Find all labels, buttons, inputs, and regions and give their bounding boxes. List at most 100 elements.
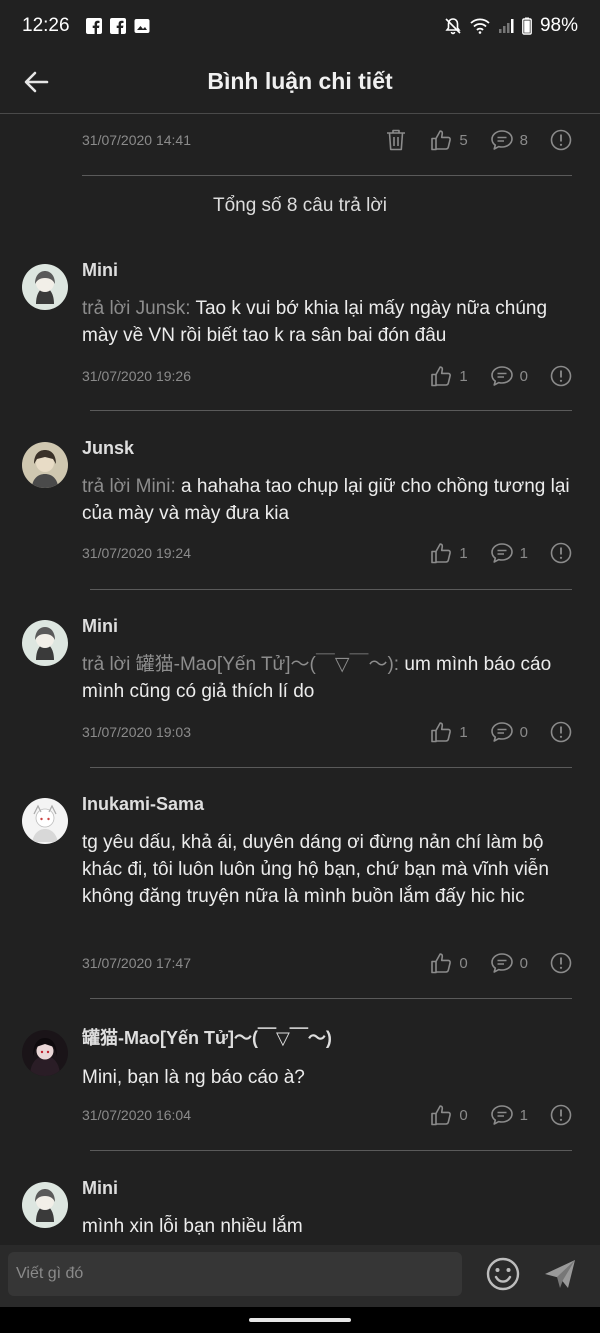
like-count: 0	[459, 1106, 468, 1124]
facebook-icon	[85, 18, 102, 34]
thumbs-up-icon	[431, 953, 452, 974]
chat-bubble-icon	[490, 953, 513, 973]
comment-body: Mini, bạn là ng báo cáo à?	[82, 1067, 305, 1088]
reply-button[interactable]: 0	[490, 721, 528, 743]
like-count: 0	[459, 954, 468, 972]
avatar[interactable]	[22, 798, 68, 844]
exclamation-circle-icon	[550, 129, 572, 151]
like-button[interactable]: 1	[429, 721, 468, 743]
comment-author[interactable]: Inukami-Sama	[82, 794, 204, 815]
comment-input-bar	[0, 1245, 600, 1307]
home-gesture-bar[interactable]	[249, 1318, 351, 1322]
reply-count: 1	[519, 544, 528, 562]
like-count: 1	[459, 367, 468, 385]
comment-meta: 31/07/2020 16:04 0 1	[82, 1101, 572, 1129]
comment-text: trả lời Mini: a hahaha tao chụp lại giữ …	[82, 473, 578, 527]
report-button[interactable]	[550, 365, 572, 387]
like-button[interactable]: 0	[429, 1104, 468, 1126]
avatar[interactable]	[22, 264, 68, 310]
reply-button[interactable]: 0	[490, 952, 528, 974]
exclamation-circle-icon	[550, 542, 572, 564]
report-button[interactable]	[550, 721, 572, 743]
comment-meta: 31/07/2020 17:47 0 0	[82, 949, 572, 977]
reply-count: 1	[519, 1106, 528, 1124]
comment-date: 31/07/2020 19:03	[82, 724, 191, 740]
comment-author[interactable]: Mini	[82, 1178, 118, 1199]
comment-meta: 31/07/2020 19:24 1 1	[82, 539, 572, 567]
reply-to-label[interactable]: trả lời Mini:	[82, 476, 176, 497]
thumbs-up-icon	[431, 722, 452, 743]
comment-text: mình xin lỗi bạn nhiều lắm	[82, 1213, 578, 1240]
comments-scroll-area[interactable]: 31/07/2020 14:41 5 8 Tổng số 8 câu trả l…	[0, 115, 600, 1245]
avatar[interactable]	[22, 1182, 68, 1228]
avatar-image	[22, 442, 68, 488]
thumbs-up-icon	[431, 543, 452, 564]
reply-button[interactable]: 0	[490, 365, 528, 387]
report-button[interactable]	[550, 1104, 572, 1126]
reply-count: 0	[519, 723, 528, 741]
like-button[interactable]: 5	[429, 129, 468, 151]
reply-button[interactable]: 8	[490, 129, 528, 151]
facebook-icon	[109, 18, 126, 34]
chat-bubble-icon	[490, 722, 513, 742]
comment-date: 31/07/2020 17:47	[82, 955, 191, 971]
thumbs-up-icon	[431, 130, 452, 151]
chat-bubble-icon	[490, 130, 513, 150]
reply-count: 0	[519, 367, 528, 385]
delete-button[interactable]	[385, 128, 407, 152]
mute-bell-icon	[445, 18, 461, 35]
comment-input[interactable]	[8, 1252, 462, 1296]
divider	[90, 767, 572, 768]
reply-to-label[interactable]: trả lời Junsk:	[82, 298, 191, 319]
exclamation-circle-icon	[550, 365, 572, 387]
report-button[interactable]	[550, 129, 572, 151]
divider	[90, 1150, 572, 1151]
system-nav-bar	[0, 1307, 600, 1333]
exclamation-circle-icon	[550, 1104, 572, 1126]
report-button[interactable]	[550, 542, 572, 564]
smiley-icon[interactable]	[485, 1256, 521, 1292]
avatar-image	[22, 1182, 68, 1228]
like-button[interactable]: 1	[429, 542, 468, 564]
comment-author[interactable]: Junsk	[82, 438, 134, 459]
comment-author[interactable]: Mini	[82, 616, 118, 637]
like-button[interactable]: 0	[429, 952, 468, 974]
comment-date: 31/07/2020 19:24	[82, 545, 191, 561]
reply-button[interactable]: 1	[490, 542, 528, 564]
like-count: 1	[459, 544, 468, 562]
avatar-image	[22, 1030, 68, 1076]
divider	[82, 175, 572, 176]
avatar[interactable]	[22, 442, 68, 488]
avatar[interactable]	[22, 1030, 68, 1076]
comment-meta: 31/07/2020 19:03 1 0	[82, 718, 572, 746]
comment-date: 31/07/2020 19:26	[82, 368, 191, 384]
reply-button[interactable]: 1	[490, 1104, 528, 1126]
comment-meta: 31/07/2020 19:26 1 0	[82, 362, 572, 390]
reply-count: 0	[519, 954, 528, 972]
comment-text: trả lời 罐猫-Mao[Yến Tử]〜(￣▽￣〜): um mình b…	[82, 651, 578, 705]
comment-text: trả lời Junsk: Tao k vui bớ khia lại mấy…	[82, 295, 578, 349]
like-count: 5	[459, 131, 468, 149]
status-time: 12:26	[22, 15, 70, 36]
like-button[interactable]: 1	[429, 365, 468, 387]
exclamation-circle-icon	[550, 952, 572, 974]
reply-count: 8	[519, 131, 528, 149]
battery-level: 98%	[539, 15, 578, 36]
comment-text: tg yêu dấu, khả ái, duyên dáng ơi đừng n…	[82, 829, 578, 910]
page-title: Bình luận chi tiết	[207, 68, 393, 94]
comment-author[interactable]: 罐猫-Mao[Yến Tử]〜(￣▽￣〜)	[82, 1024, 332, 1050]
total-replies-count: Tổng số 8 câu trả lời	[212, 195, 388, 216]
status-right: 98%	[444, 15, 578, 37]
avatar[interactable]	[22, 620, 68, 666]
paper-plane-icon[interactable]	[542, 1257, 578, 1291]
comment-body: tg yêu dấu, khả ái, duyên dáng ơi đừng n…	[82, 832, 549, 907]
thumbs-up-icon	[431, 1105, 452, 1126]
reply-to-label[interactable]: trả lời 罐猫-Mao[Yến Tử]〜(￣▽￣〜):	[82, 654, 399, 675]
comment-author[interactable]: Mini	[82, 260, 118, 281]
report-button[interactable]	[550, 952, 572, 974]
divider	[90, 998, 572, 999]
divider	[90, 410, 572, 411]
status-bar: 12:26 98%	[0, 0, 600, 52]
chat-bubble-icon	[490, 543, 513, 563]
wifi-icon	[470, 18, 490, 34]
